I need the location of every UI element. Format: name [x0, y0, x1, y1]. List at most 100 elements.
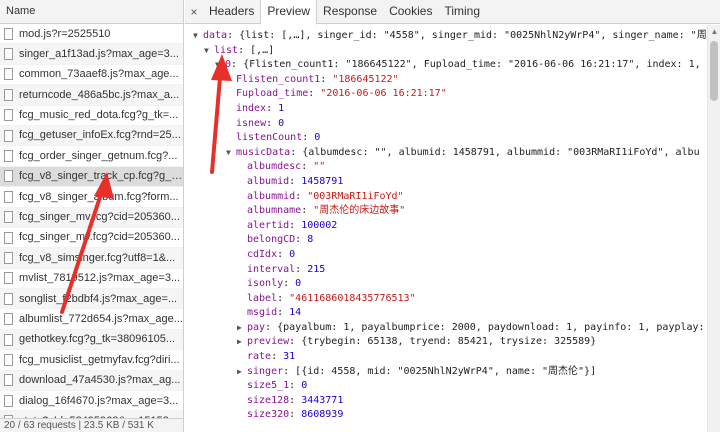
json-line: isnew: 0 — [185, 117, 707, 132]
request-rows: mod.js?r=2525510 singer_a1f13ad.js?max_ag… — [0, 24, 183, 432]
file-icon — [4, 394, 13, 407]
request-row[interactable]: albumlist_772d654.js?max_age... — [0, 309, 183, 330]
json-key: musicData — [236, 146, 291, 158]
json-line[interactable]: ▼ musicData: {albumdesc: "", albumid: 145… — [185, 146, 707, 161]
json-value: 0 — [314, 132, 321, 144]
json-separator: : — [320, 73, 333, 85]
request-row[interactable]: fcg_v8_simsinger.fcg?utf8=1&... — [0, 248, 183, 269]
close-icon[interactable]: × — [185, 0, 203, 23]
request-row[interactable]: dialog_16f4670.js?max_age=3... — [0, 391, 183, 412]
expand-triangle-icon[interactable]: ▼ — [204, 44, 214, 59]
json-summary: {list: [,…], singer_id: "4558", singer_m… — [239, 30, 707, 41]
file-icon — [4, 68, 13, 81]
json-line: size320: 8608939 — [185, 408, 707, 423]
json-value: 215 — [307, 263, 326, 275]
file-icon — [4, 313, 13, 326]
tab-cookies[interactable]: Cookies — [383, 0, 438, 23]
json-value: 8608939 — [301, 409, 344, 421]
json-key: interval — [247, 263, 296, 275]
request-row[interactable]: mvlist_7819512.js?max_age=3... — [0, 269, 183, 290]
json-line: albumname: "周杰伦的床边故事" — [185, 204, 707, 219]
request-row[interactable]: fcg_musiclist_getmyfav.fcg?diri... — [0, 350, 183, 371]
json-separator: : — [301, 161, 314, 173]
json-key: albumdesc — [247, 161, 302, 173]
tab-timing[interactable]: Timing — [438, 0, 486, 23]
json-summary: {albumdesc: "", albumid: 1458791, albumm… — [302, 146, 700, 158]
json-separator: : — [295, 190, 308, 202]
request-name: fcg_v8_simsinger.fcg?utf8=1&... — [19, 251, 176, 264]
request-row[interactable]: fcg_v8_singer_album.fcg?form... — [0, 187, 183, 208]
json-separator: : — [289, 380, 302, 392]
json-separator: : — [266, 102, 279, 114]
json-key: listenCount — [236, 132, 303, 144]
collapse-triangle-icon[interactable]: ▶ — [237, 335, 247, 350]
json-line[interactable]: ▶ singer: [{id: 4558, mid: "0025NhlN2yWrP… — [185, 365, 707, 380]
json-value: "003RMaRI1iFoYd" — [307, 190, 404, 202]
json-line[interactable]: ▼ list: [,…] — [185, 44, 707, 59]
request-detail-panel: × Headers Preview Response Cookies Timing ▼ d… — [185, 0, 720, 432]
json-preview: ▼ data: {list: [,…], singer_id: "4558", s… — [185, 25, 707, 432]
json-line: albumid: 1458791 — [185, 175, 707, 190]
file-icon — [4, 333, 13, 346]
file-icon — [4, 170, 13, 183]
detail-tab-bar: × Headers Preview Response Cookies Timing — [185, 0, 720, 25]
scrollbar-thumb[interactable] — [710, 41, 718, 101]
tab-response[interactable]: Response — [317, 0, 383, 23]
json-value: 0 — [295, 278, 302, 290]
json-key: msgid — [247, 307, 278, 319]
json-key: size320 — [247, 409, 290, 421]
request-row[interactable]: fcg_singer_mv.fcg?cid=205360... — [0, 228, 183, 249]
json-line: msgid: 14 — [185, 306, 707, 321]
request-row[interactable]: common_73aaef8.js?max_age... — [0, 65, 183, 86]
json-line: size5_1: 0 — [185, 379, 707, 394]
request-name: returncode_486a5bc.js?max_a... — [19, 88, 180, 101]
collapse-triangle-icon[interactable]: ▶ — [237, 365, 247, 380]
request-name: fcg_musiclist_getmyfav.fcg?diri... — [19, 353, 180, 366]
expand-triangle-icon[interactable]: ▼ — [226, 146, 236, 161]
json-key: preview — [247, 336, 290, 348]
json-line[interactable]: ▼ 0: {Flisten_count1: "186645122", Fuploa… — [185, 58, 707, 73]
json-key: Fupload_time — [236, 88, 309, 100]
request-row[interactable]: fcg_music_red_dota.fcg?g_tk=... — [0, 106, 183, 126]
json-line: Flisten_count1: "186645122" — [185, 73, 707, 88]
request-row[interactable]: fcg_getuser_infoEx.fcg?rnd=25... — [0, 125, 183, 147]
json-separator: : — [277, 292, 290, 304]
file-icon — [4, 251, 13, 264]
request-row[interactable]: fcg_singer_mv.fcg?cid=205360... — [0, 207, 183, 228]
expand-triangle-icon[interactable]: ▼ — [215, 58, 225, 73]
request-name: albumlist_772d654.js?max_age... — [19, 312, 183, 325]
request-row[interactable]: returncode_486a5bc.js?max_a... — [0, 85, 183, 106]
json-value: 8 — [307, 234, 314, 246]
json-separator: : — [277, 307, 290, 319]
request-row[interactable]: mod.js?r=2525510 — [0, 24, 183, 45]
json-value: "周杰伦的床边故事" — [313, 205, 406, 217]
tab-headers[interactable]: Headers — [203, 0, 260, 23]
request-row[interactable]: download_47a4530.js?max_ag... — [0, 370, 183, 392]
json-key: singer — [247, 365, 284, 377]
json-key: Flisten_count1 — [236, 73, 321, 85]
request-row[interactable]: songlist_f2bdbf4.js?max_age=... — [0, 289, 183, 310]
json-separator: : — [227, 30, 240, 41]
scroll-up-icon[interactable]: ▲ — [708, 27, 720, 36]
preview-scrollbar[interactable]: ▲ — [707, 25, 720, 432]
request-name: dialog_16f4670.js?max_age=3... — [19, 394, 179, 407]
name-column-header[interactable]: Name — [0, 0, 183, 24]
json-value: 1458791 — [301, 175, 344, 187]
json-line[interactable]: ▼ data: {list: [,…], singer_id: "4558", s… — [185, 29, 707, 44]
json-key: albummid — [247, 190, 296, 202]
json-key: data — [203, 30, 228, 41]
collapse-triangle-icon[interactable]: ▶ — [237, 321, 247, 336]
json-line[interactable]: ▶ pay: {payalbum: 1, payalbumprice: 2000,… — [185, 321, 707, 336]
request-name: singer_a1f13ad.js?max_age=3... — [19, 47, 179, 60]
json-value: "186645122" — [332, 73, 399, 85]
json-line[interactable]: ▶ preview: {trybegin: 65138, tryend: 8542… — [185, 335, 707, 350]
json-line: interval: 215 — [185, 263, 707, 278]
request-row[interactable]: fcg_v8_singer_track_cp.fcg?g_t... — [0, 166, 183, 188]
expand-triangle-icon[interactable]: ▼ — [193, 29, 203, 44]
tab-preview[interactable]: Preview — [260, 0, 318, 25]
request-row[interactable]: singer_a1f13ad.js?max_age=3... — [0, 44, 183, 65]
json-line: rate: 31 — [185, 350, 707, 365]
request-row[interactable]: gethotkey.fcg?g_tk=38096105... — [0, 329, 183, 351]
request-name: download_47a4530.js?max_ag... — [19, 374, 181, 387]
request-row[interactable]: fcg_order_singer_getnum.fcg?... — [0, 146, 183, 167]
